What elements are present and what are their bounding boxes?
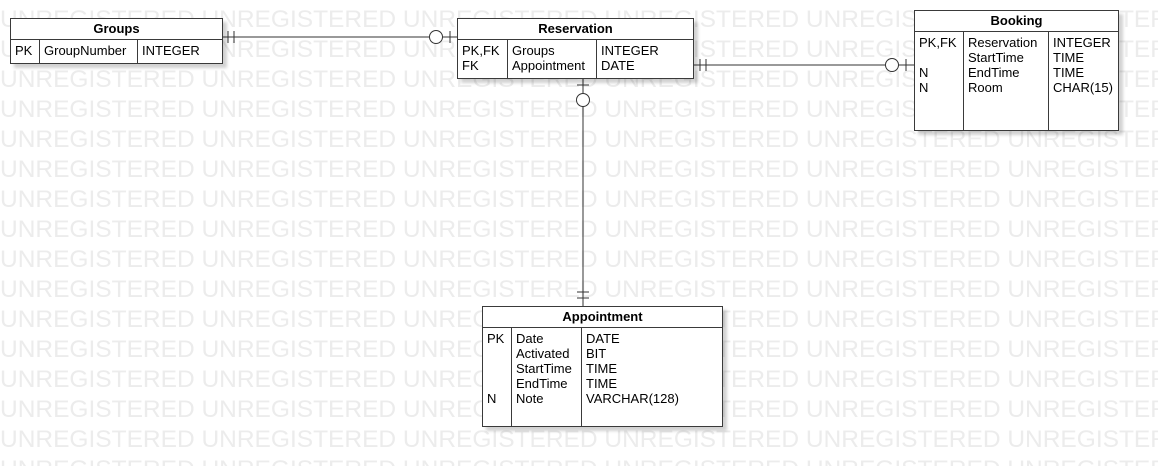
name-column: Groups Appointment [507,40,596,78]
key-cell: PK,FK [462,43,500,58]
key-column: PK N [483,328,511,426]
attribute-name: Room [968,80,1003,95]
attribute-type: INTEGER [601,43,659,58]
attribute-type: DATE [601,58,635,73]
key-cell [915,50,963,65]
attribute-type: TIME [1053,65,1085,80]
attribute-type: DATE [586,331,620,346]
attribute-name: GroupNumber [44,43,127,58]
attribute-type: TIME [586,376,618,391]
entity-title: Reservation [458,19,693,40]
attribute-type: CHAR(15) [1053,80,1113,95]
key-cell [483,376,511,391]
key-cell: N [919,65,929,80]
entity-booking[interactable]: Booking PK,FK N N Reservation StartTime … [914,10,1119,131]
attribute-name: EndTime [968,65,1020,80]
entity-title: Appointment [483,307,722,328]
attribute-name: StartTime [516,361,572,376]
attribute-type: BIT [586,346,607,361]
key-cell [483,361,511,376]
attribute-type: TIME [586,361,618,376]
entity-title: Groups [11,19,222,40]
name-column: GroupNumber [39,40,137,63]
key-column: PK,FK FK [458,40,507,78]
attribute-name: Appointment [512,58,585,73]
attribute-name: Date [516,331,544,346]
attribute-type: VARCHAR(128) [586,391,679,406]
key-cell: PK [15,43,33,58]
type-column: INTEGER TIME TIME CHAR(15) [1048,32,1118,130]
attribute-name: Reservation [968,35,1038,50]
attribute-type: INTEGER [142,43,200,58]
key-cell: N [487,391,497,406]
attribute-name: StartTime [968,50,1024,65]
name-column: Date Activated StartTime EndTime Note [511,328,581,426]
key-cell [483,346,511,361]
key-column: PK,FK N N [915,32,963,130]
relationship-reservation-booking [693,58,915,72]
relationship-groups-reservation [222,30,458,44]
entity-title: Booking [915,11,1118,32]
attribute-name: Groups [512,43,555,58]
entity-appointment[interactable]: Appointment PK N Date Activated StartTim… [482,306,723,427]
type-column: DATE BIT TIME TIME VARCHAR(128) [581,328,722,426]
key-cell: PK,FK [919,35,957,50]
relationship-reservation-appointment [576,78,590,306]
key-cell: PK [487,331,505,346]
attribute-name: EndTime [516,376,568,391]
attribute-name: Note [516,391,544,406]
attribute-type: TIME [1053,50,1085,65]
key-cell: N [919,80,929,95]
type-column: INTEGER [137,40,222,63]
entity-groups[interactable]: Groups PK GroupNumber INTEGER [10,18,223,64]
key-cell: FK [462,58,479,73]
key-column: PK [11,40,39,63]
attribute-name: Activated [516,346,570,361]
name-column: Reservation StartTime EndTime Room [963,32,1048,130]
attribute-type: INTEGER [1053,35,1111,50]
entity-reservation[interactable]: Reservation PK,FK FK Groups Appointment … [457,18,694,79]
type-column: INTEGER DATE [596,40,693,78]
